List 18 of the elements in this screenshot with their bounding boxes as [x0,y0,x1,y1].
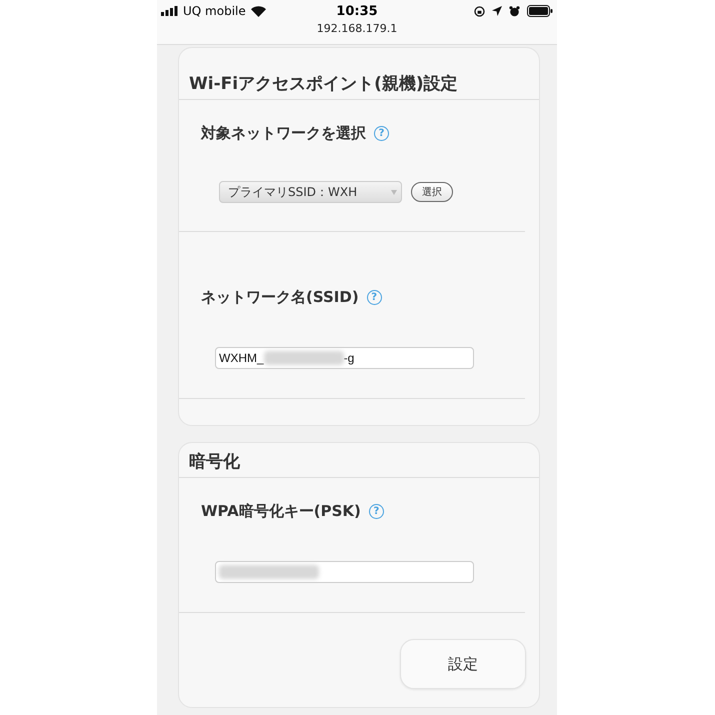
field-label: ネットワーク名(SSID) [201,288,359,307]
select-button[interactable]: 選択 [411,182,453,202]
caret-icon [391,190,397,194]
battery-icon [526,5,553,17]
section-title: 暗号化 [189,452,240,472]
carrier-name: UQ mobile [183,4,246,18]
field-label: 対象ネットワークを選択 [201,124,366,143]
clock-time: 10:35 [336,4,378,18]
field-label: WPA暗号化キー(PSK) [201,502,361,521]
rotation-lock-icon [474,6,485,16]
signal-icon [161,6,178,16]
location-icon [492,6,502,16]
address-url[interactable]: 192.168.179.1 [316,22,398,35]
input-field[interactable]: WXHM_ -g [215,347,474,369]
network-select[interactable]: プライマリSSID：WXH [219,181,402,203]
submit-button[interactable]: 設定 [400,639,526,689]
section-title: Wi-Fiアクセスポイント(親機)設定 [189,74,458,94]
wifi-icon [250,6,266,16]
